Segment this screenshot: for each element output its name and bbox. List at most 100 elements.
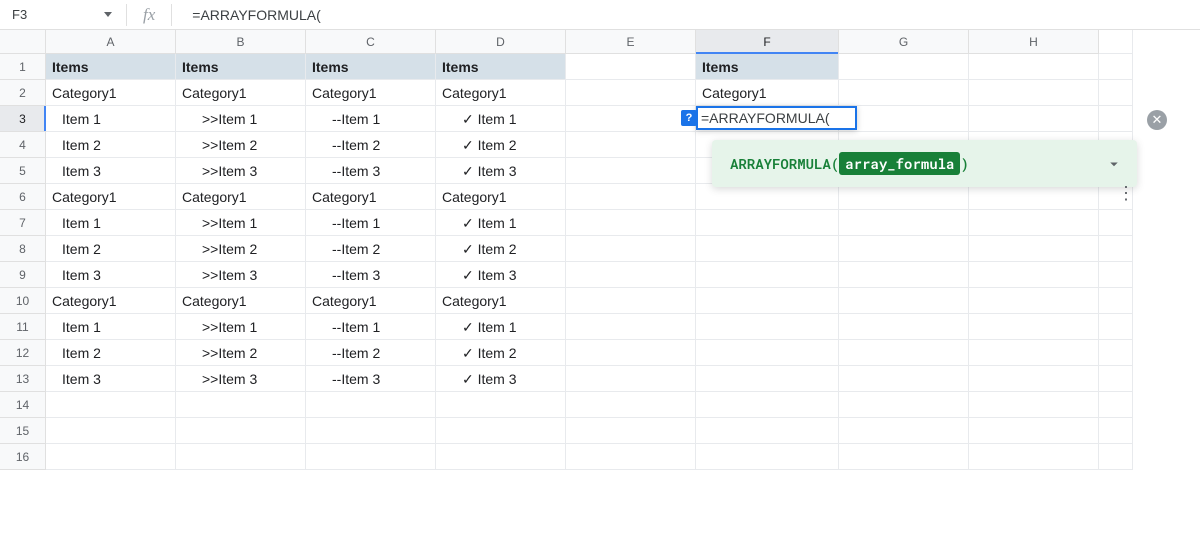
cell[interactable]: ✓ Item 3 — [436, 262, 566, 288]
cell[interactable]: ✓ Item 3 — [436, 158, 566, 184]
cell[interactable]: Item 2 — [46, 340, 176, 366]
cell[interactable]: Items — [306, 54, 436, 80]
cell[interactable]: ✓ Item 1 — [436, 210, 566, 236]
cell[interactable]: >>Item 1 — [176, 106, 306, 132]
cell[interactable] — [839, 106, 969, 132]
cell[interactable] — [839, 210, 969, 236]
cell[interactable]: Item 2 — [46, 132, 176, 158]
cell[interactable]: ✓ Item 1 — [436, 314, 566, 340]
cell[interactable] — [566, 210, 696, 236]
cell[interactable] — [176, 444, 306, 470]
row-header[interactable]: 12 — [0, 340, 46, 366]
cell[interactable] — [696, 314, 839, 340]
row-header[interactable]: 8 — [0, 236, 46, 262]
cell[interactable] — [46, 444, 176, 470]
cell[interactable]: Items — [436, 54, 566, 80]
cell[interactable] — [969, 444, 1099, 470]
column-header[interactable]: G — [839, 30, 969, 54]
row-header[interactable]: 9 — [0, 262, 46, 288]
cell[interactable] — [306, 444, 436, 470]
cell[interactable] — [176, 418, 306, 444]
cell[interactable] — [176, 392, 306, 418]
cell[interactable] — [566, 80, 696, 106]
cell[interactable]: Category1 — [436, 288, 566, 314]
cell[interactable]: Items — [46, 54, 176, 80]
column-header[interactable]: F — [696, 30, 839, 54]
cell[interactable] — [566, 418, 696, 444]
cell[interactable] — [839, 340, 969, 366]
formula-input[interactable] — [178, 7, 1200, 23]
cell[interactable] — [696, 262, 839, 288]
cell[interactable]: >>Item 3 — [176, 158, 306, 184]
cell[interactable]: ✓ Item 2 — [436, 236, 566, 262]
cell[interactable]: Items — [176, 54, 306, 80]
column-header[interactable]: A — [46, 30, 176, 54]
cell[interactable] — [566, 392, 696, 418]
cell[interactable] — [839, 80, 969, 106]
cell[interactable] — [566, 106, 696, 132]
cell[interactable] — [839, 418, 969, 444]
cell[interactable] — [566, 314, 696, 340]
cell[interactable] — [696, 418, 839, 444]
cell[interactable] — [306, 392, 436, 418]
cell[interactable] — [969, 340, 1099, 366]
column-header[interactable]: C — [306, 30, 436, 54]
row-header[interactable]: 4 — [0, 132, 46, 158]
cell[interactable] — [839, 392, 969, 418]
cell[interactable] — [566, 288, 696, 314]
column-header[interactable]: B — [176, 30, 306, 54]
cell[interactable] — [436, 392, 566, 418]
cell[interactable]: Item 3 — [46, 366, 176, 392]
cell[interactable]: ✓ Item 1 — [436, 106, 566, 132]
cell[interactable]: Category1 — [696, 80, 839, 106]
cell[interactable]: >>Item 2 — [176, 132, 306, 158]
cell[interactable]: Category1 — [436, 184, 566, 210]
cell[interactable]: ✓ Item 3 — [436, 366, 566, 392]
cell[interactable] — [696, 366, 839, 392]
cell[interactable] — [696, 236, 839, 262]
cell[interactable] — [696, 288, 839, 314]
row-header[interactable]: 15 — [0, 418, 46, 444]
chevron-down-icon[interactable] — [1105, 155, 1123, 173]
cell[interactable]: >>Item 2 — [176, 236, 306, 262]
row-header[interactable]: 11 — [0, 314, 46, 340]
cell[interactable]: Category1 — [306, 184, 436, 210]
cell[interactable] — [566, 54, 696, 80]
row-header[interactable]: 14 — [0, 392, 46, 418]
cell[interactable] — [696, 444, 839, 470]
cell[interactable] — [566, 366, 696, 392]
cell[interactable]: >>Item 3 — [176, 262, 306, 288]
cell[interactable] — [436, 444, 566, 470]
cell[interactable] — [839, 54, 969, 80]
row-header[interactable]: 2 — [0, 80, 46, 106]
formula-help-badge-icon[interactable]: ? — [681, 110, 697, 126]
cell[interactable]: Category1 — [436, 80, 566, 106]
close-tooltip-icon[interactable]: ✕ — [1147, 110, 1167, 130]
cell[interactable] — [969, 184, 1099, 210]
cell[interactable] — [969, 262, 1099, 288]
cell[interactable]: Category1 — [46, 288, 176, 314]
column-header[interactable]: H — [969, 30, 1099, 54]
cell[interactable]: >>Item 1 — [176, 314, 306, 340]
cell[interactable]: ✓ Item 2 — [436, 132, 566, 158]
cell[interactable] — [969, 54, 1099, 80]
cell[interactable] — [839, 366, 969, 392]
cell[interactable]: Category1 — [176, 288, 306, 314]
cell[interactable] — [436, 418, 566, 444]
cell[interactable] — [969, 236, 1099, 262]
cell[interactable]: --Item 3 — [306, 158, 436, 184]
cell[interactable] — [969, 314, 1099, 340]
cell[interactable] — [969, 210, 1099, 236]
spreadsheet-grid[interactable]: ABCDEFGH1ItemsItemsItemsItemsItems2Categ… — [0, 30, 1200, 470]
cell[interactable]: Item 1 — [46, 106, 176, 132]
cell[interactable]: --Item 3 — [306, 366, 436, 392]
cell[interactable]: --Item 1 — [306, 106, 436, 132]
cell[interactable] — [46, 392, 176, 418]
cell[interactable] — [839, 444, 969, 470]
cell[interactable]: Item 2 — [46, 236, 176, 262]
cell[interactable]: Category1 — [306, 80, 436, 106]
row-header[interactable]: 3 — [0, 106, 46, 132]
cell[interactable]: >>Item 3 — [176, 366, 306, 392]
cell[interactable] — [839, 262, 969, 288]
cell-editor[interactable]: ? =ARRAYFORMULA( — [696, 106, 857, 130]
